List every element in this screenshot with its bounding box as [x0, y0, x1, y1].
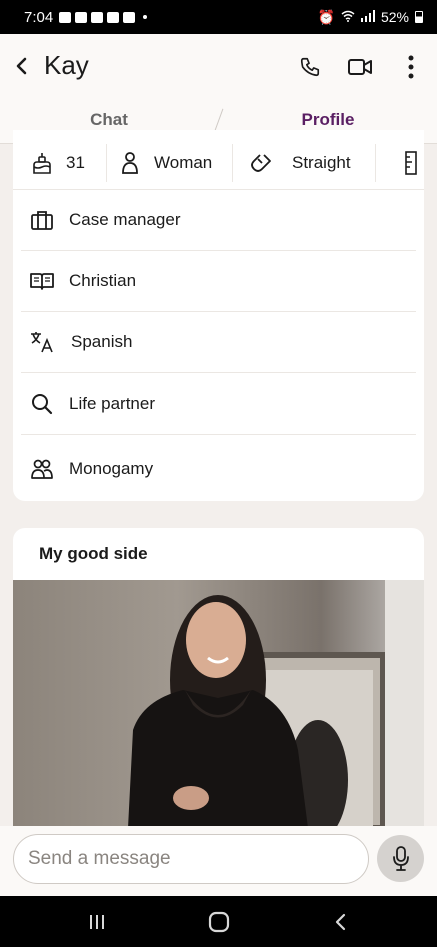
profile-photo[interactable] — [13, 580, 424, 828]
video-call-button[interactable] — [347, 54, 373, 80]
detail-row-religion: Christian — [21, 251, 416, 312]
phone-icon — [300, 57, 320, 77]
translate-icon — [29, 329, 55, 355]
status-bar: 7:04 ⏰ 52% — [0, 0, 437, 34]
battery-icon — [415, 11, 423, 23]
alarm-icon: ⏰ — [317, 8, 335, 25]
age-value: 31 — [66, 153, 85, 172]
notification-icons — [59, 11, 148, 23]
detail-row-job: Case manager — [21, 190, 416, 251]
stat-divider — [106, 144, 107, 182]
status-right: ⏰ 52% — [318, 9, 423, 26]
contact-name: Kay — [44, 50, 89, 80]
magnet-icon — [250, 151, 274, 175]
home-button[interactable] — [199, 908, 239, 936]
more-notifications-icon — [143, 15, 148, 19]
language-label: Spanish — [71, 332, 133, 351]
chevron-left-icon — [16, 57, 27, 75]
video-camera-icon — [348, 59, 372, 75]
stat-divider — [232, 144, 233, 182]
stat-height — [399, 144, 424, 182]
snapchat-icon — [75, 11, 88, 23]
chevron-left-icon — [335, 913, 346, 931]
detail-row-looking-for: Life partner — [21, 374, 416, 435]
job-label: Case manager — [69, 210, 181, 229]
photo-prompt-title: My good side — [39, 544, 148, 563]
stat-gender: Woman — [118, 144, 212, 182]
message-input[interactable] — [13, 834, 369, 884]
detail-row-relationship: Monogamy — [21, 438, 416, 499]
person-icon — [118, 151, 142, 175]
stat-orientation: Straight — [250, 144, 351, 182]
photo-card: My good side — [13, 528, 424, 828]
system-back-button[interactable] — [321, 908, 361, 936]
stat-age: 31 — [30, 144, 85, 182]
home-icon — [208, 911, 230, 933]
chat-header: Kay Chat Profile — [0, 34, 437, 144]
call-button[interactable] — [297, 54, 323, 80]
birthday-cake-icon — [30, 151, 54, 175]
relationship-label: Monogamy — [69, 458, 154, 478]
hand-icon — [123, 11, 136, 23]
signal-icon — [360, 9, 375, 25]
ruler-icon — [399, 151, 423, 175]
message-icon — [91, 11, 104, 23]
detail-row-language: Spanish — [21, 312, 416, 373]
tab-profile[interactable]: Profile — [268, 110, 388, 130]
more-options-button[interactable] — [398, 54, 424, 80]
orientation-value: Straight — [292, 153, 351, 172]
battery-text: 52% — [380, 9, 409, 25]
stat-divider — [375, 144, 376, 182]
tab-chat[interactable]: Chat — [49, 110, 169, 130]
book-icon — [29, 268, 55, 294]
voice-message-button[interactable] — [377, 835, 424, 882]
system-nav-bar — [0, 896, 437, 947]
recent-apps-icon — [90, 915, 104, 929]
wifi-icon — [341, 9, 355, 25]
search-icon — [29, 391, 55, 417]
people-icon — [29, 456, 55, 482]
status-time: 7:04 — [24, 8, 54, 26]
stats-row: 31 Woman Straight — [13, 144, 424, 190]
back-button[interactable] — [10, 52, 34, 80]
message-composer — [0, 826, 437, 896]
snapchat-icon — [59, 11, 72, 23]
more-vertical-icon — [408, 55, 414, 79]
profile-info-card: 31 Woman Straight Case manager Christian… — [13, 130, 424, 501]
gender-value: Woman — [154, 153, 213, 172]
microphone-icon — [392, 845, 409, 871]
recent-apps-button[interactable] — [77, 908, 117, 936]
religion-label: Christian — [69, 271, 137, 290]
looking-for-label: Life partner — [69, 394, 155, 413]
app-notification-icon — [107, 11, 120, 23]
briefcase-icon — [29, 207, 55, 233]
